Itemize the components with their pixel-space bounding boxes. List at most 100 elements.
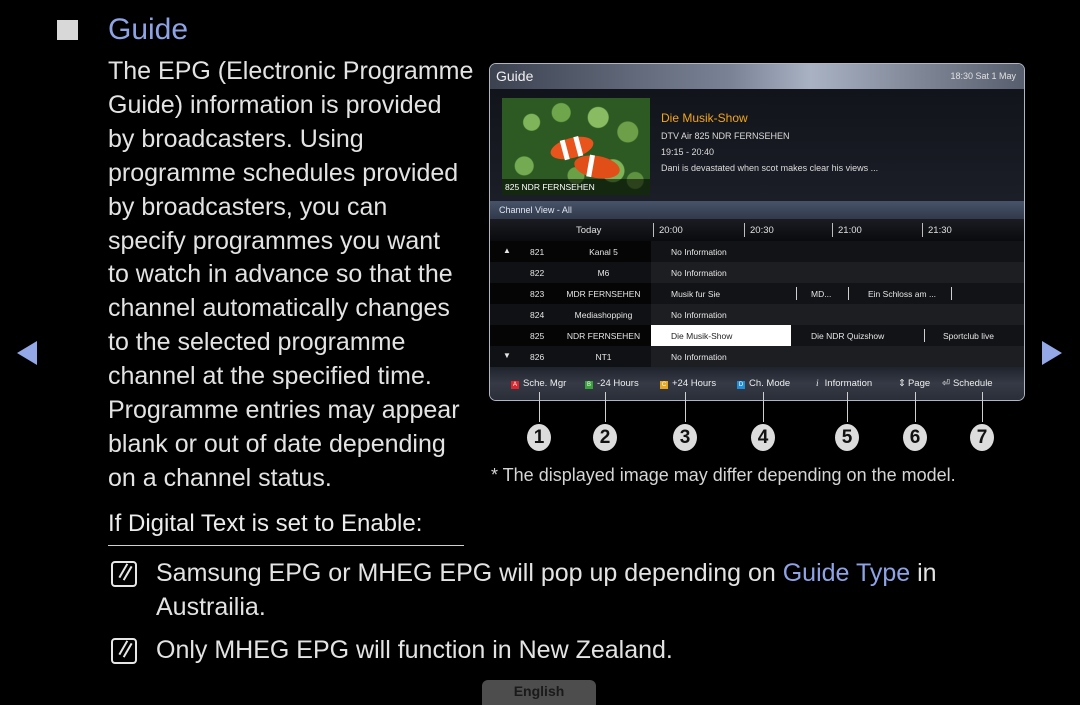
program-preview: 825 NDR FERNSEHEN Die Musik-Show DTV Air… [490,89,1024,201]
note-item: Only MHEG EPG will function in New Zeala… [156,633,673,667]
callout-leader-line [763,392,764,422]
timeline-time: 20:30 [750,225,774,236]
footer-label: Information [824,378,873,389]
program-cell: No Information [671,310,727,320]
body-line: channel at the specified time. [108,362,432,391]
program-divider [924,329,925,342]
channel-number: 822 [530,268,545,278]
body-line: blank or out of date depending [108,429,446,458]
note-text: in [910,559,937,587]
channel-view-bar: Channel View - All [490,201,1024,219]
channel-row: ▲ 821 Kanal 5 No Information [490,241,1024,262]
channel-row: 822 M6 No Information [490,262,1024,283]
preview-thumbnail: 825 NDR FERNSEHEN [502,98,650,195]
note-highlight-link: Guide Type [782,559,911,587]
next-page-arrow-icon[interactable] [1042,341,1062,365]
language-button[interactable]: English [482,680,596,705]
timeline-divider [653,223,654,237]
channel-row: 823 MDR FERNSEHEN Musik fur Sie MD... Ein… [490,283,1024,304]
guide-datetime: 18:30 Sat 1 May [950,71,1016,81]
program-divider [848,287,849,300]
program-cell: Ein Schloss am ... [868,289,937,299]
timeline-divider [832,223,833,237]
program-cell: No Information [671,352,727,362]
footer-label: +24 Hours [672,378,717,389]
previous-page-arrow-icon[interactable] [17,341,37,365]
scroll-up-icon: ▲ [503,246,511,255]
body-line: by broadcasters, you can [108,192,388,221]
footer-item-sche-mgr: A Sche. Mgr [511,378,566,389]
body-line: Guide) information is provided [108,90,442,119]
scroll-down-icon: ▼ [503,351,511,360]
channel-number: 821 [530,247,545,257]
footer-item-minus-24-hours: B -24 Hours [585,378,639,389]
timeline-header: Today 20:00 20:30 21:00 21:30 [490,219,1024,241]
selected-program-cell: Die Musik-Show [651,325,791,346]
preview-channel: DTV Air 825 NDR FERNSEHEN [661,131,790,141]
note-item: Samsung EPG or MHEG EPG will pop up depe… [156,556,937,624]
program-divider [796,287,797,300]
program-cell-label: Die Musik-Show [671,331,733,341]
callout-leader-line [605,392,606,422]
callout-number: 5 [835,424,859,451]
callout-number: 1 [527,424,551,451]
callout-leader-line [847,392,848,422]
green-b-key-icon: B [585,381,593,389]
red-a-key-icon: A [511,381,519,389]
callout-number: 6 [903,424,927,451]
subheading: If Digital Text is set to Enable: [108,510,423,537]
guide-header: Guide 18:30 Sat 1 May [490,64,1024,89]
callout-number: 7 [970,424,994,451]
callout-leader-line [685,392,686,422]
body-paragraph: The EPG (Electronic Programme Guide) inf… [108,55,488,496]
channel-name: Kanal 5 [589,247,618,257]
channel-row: ▼ 826 NT1 No Information [490,346,1024,367]
channel-number: 824 [530,310,545,320]
channel-name: MDR FERNSEHEN [566,289,641,299]
yellow-c-key-icon: C [660,381,668,389]
callout-leader-line [539,392,540,422]
program-cell: No Information [671,247,727,257]
page-updown-icon: ⇕ [898,378,906,389]
section-bullet-icon [57,20,78,40]
body-line: to the selected programme [108,328,406,357]
timeline-day: Today [576,225,602,236]
channel-number: 823 [530,289,545,299]
thumbnail-caption: 825 NDR FERNSEHEN [502,179,650,195]
body-line: to watch in advance so that the [108,260,453,289]
disclaimer-note: * The displayed image may differ dependi… [491,465,956,485]
footer-item-ch-mode: D Ch. Mode [737,378,790,389]
blue-d-key-icon: D [737,381,745,389]
body-line: on a channel status. [108,463,332,492]
program-cell: MD... [811,289,832,299]
note-icon [111,561,137,587]
channel-number: 826 [530,352,545,362]
note-icon [111,638,137,664]
callout-leader-line [982,392,983,422]
callout-number: 3 [673,424,697,451]
timeline-divider [744,223,745,237]
callout-number: 2 [593,424,617,451]
body-line: The EPG (Electronic Programme [108,57,474,85]
section-title: Guide [108,13,189,46]
preview-time: 19:15 - 20:40 [661,147,715,157]
note-text: Only MHEG EPG will function in New Zeala… [156,636,673,664]
clownfish-image [572,152,622,182]
guide-title: Guide [496,68,534,84]
body-line: specify programmes you want [108,226,441,255]
preview-description: Dani is devastated when scot makes clear… [661,163,879,173]
program-divider [951,287,952,300]
timeline-divider [922,223,923,237]
guide-footer: A Sche. Mgr B -24 Hours C +24 Hours D Ch. Mo… [490,367,1024,400]
enter-icon: ⏎ [942,378,950,389]
subheading-underline [108,545,464,546]
footer-label: Schedule [952,378,993,389]
callout-leader-line [915,392,916,422]
guide-screen-illustration: Guide 18:30 Sat 1 May 825 NDR FERNSEHEN … [489,63,1025,401]
channel-name: NDR FERNSEHEN [566,331,641,341]
callout-number: 4 [751,424,775,451]
info-icon: i [816,379,819,389]
footer-item-information: i Information [816,378,872,389]
channel-row: 824 Mediashopping No Information [490,304,1024,325]
program-cell: Musik fur Sie [671,289,721,299]
